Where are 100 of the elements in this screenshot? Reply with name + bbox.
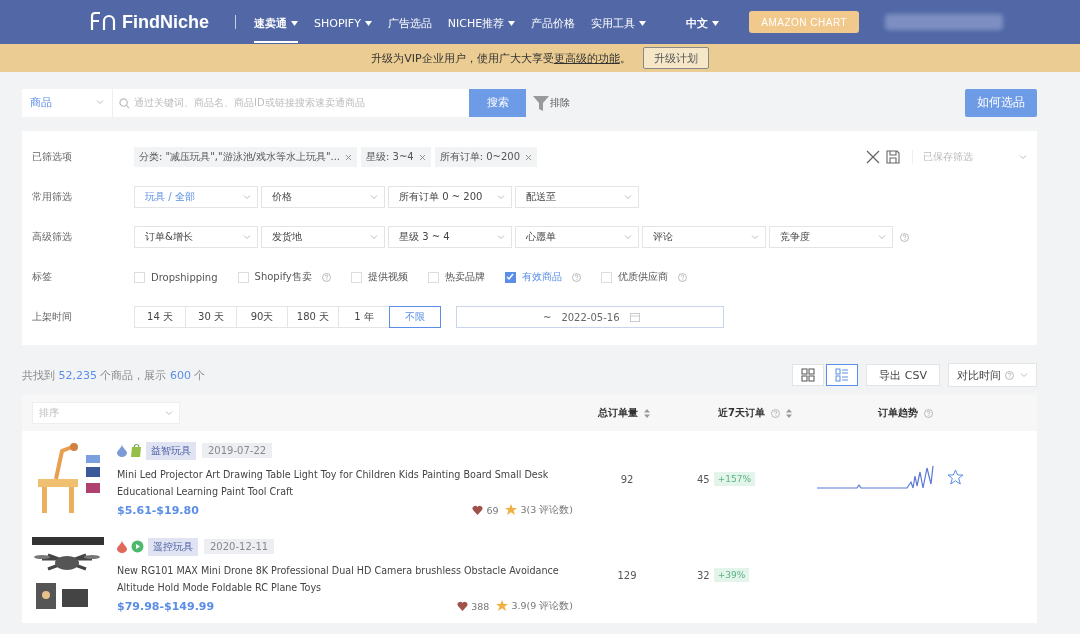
export-csv-button[interactable]: 导出 CSV xyxy=(866,364,940,386)
product-title[interactable]: Mini Led Projector Art Drawing Table Light Toy for Children Kids Painting Board Small Desk Educational Learning Paint Tool Craft xyxy=(117,465,577,500)
product-title[interactable]: New RG101 MAX Mini Drone 8K Professional Dual HD Camera brushless Obstacle Avoidance Altitude Hold Mode Foldable RC Plane Toys xyxy=(117,561,577,596)
growth-badge: +157% xyxy=(713,472,755,486)
filter-chip[interactable]: 分类: "减压玩具","游泳池/戏水等水上玩具"... xyxy=(134,147,358,167)
checkbox-label[interactable]: 热卖品牌 xyxy=(444,270,485,284)
chevron-icon xyxy=(624,194,632,200)
filter-dropdown[interactable]: 发货地 xyxy=(261,226,385,248)
filter-chip[interactable]: 所有订单: 0~200 xyxy=(434,147,538,167)
time-option-button[interactable]: 14 天 xyxy=(134,306,186,328)
checkbox-label[interactable]: Dropshipping xyxy=(151,271,218,283)
calendar-icon xyxy=(629,312,640,322)
category-tag[interactable]: 益智玩具 xyxy=(146,441,196,460)
list-icon xyxy=(835,368,850,382)
nav-link[interactable]: NICHE推荐 xyxy=(447,1,516,43)
filter-dropdown[interactable]: 星级 3 ~ 4 xyxy=(388,226,512,248)
likes-count: 69 xyxy=(486,504,499,516)
search-type-dropdown[interactable]: 商品 xyxy=(22,88,113,117)
range-separator: ~ xyxy=(543,311,552,323)
product-price: $5.61-$19.80 xyxy=(117,503,199,517)
checkbox-label[interactable]: 有效商品 xyxy=(521,270,562,284)
checkbox[interactable] xyxy=(504,271,516,283)
close-icon[interactable] xyxy=(525,153,533,161)
sort-icon[interactable] xyxy=(785,408,792,418)
logo[interactable]: FindNiche xyxy=(90,11,209,33)
list-view-button[interactable] xyxy=(826,364,859,386)
clear-icon[interactable] xyxy=(866,150,880,164)
filter-label: 已筛选项 xyxy=(32,150,73,164)
end-date: 2022-05-16 xyxy=(561,311,620,323)
growth-badge: +39% xyxy=(713,568,750,582)
drop-icon xyxy=(117,444,127,457)
date-tag: 2019-07-22 xyxy=(202,443,273,458)
chevron-icon xyxy=(878,234,886,240)
filter-dropdown[interactable]: 订单&增长 xyxy=(134,226,258,248)
filter-chip[interactable]: 星级: 3~4 xyxy=(361,147,431,167)
heart-icon xyxy=(472,505,484,515)
rating-text: 3(3 评论数) xyxy=(520,503,573,517)
nav-link[interactable]: 速卖通 xyxy=(254,1,298,43)
weekly-orders: 32 xyxy=(697,569,710,581)
filter-dropdown[interactable]: 所有订单 0 ~ 200 xyxy=(388,186,512,208)
nav-link[interactable]: 产品价格 xyxy=(531,1,576,43)
column-header[interactable]: 近7天订单 xyxy=(718,406,765,420)
help-icon[interactable] xyxy=(924,408,933,418)
help-icon[interactable] xyxy=(900,232,909,242)
save-icon[interactable] xyxy=(886,150,900,164)
nav-link[interactable]: 广告选品 xyxy=(387,1,432,43)
chevron-icon xyxy=(497,194,505,200)
chevron-icon xyxy=(96,100,104,105)
compare-time-dropdown[interactable]: 对比时间 xyxy=(948,363,1037,387)
checkbox-label[interactable]: Shopify售卖 xyxy=(254,270,312,284)
chevron-icon xyxy=(370,194,378,200)
drop-icon xyxy=(117,540,127,553)
checkbox-label[interactable]: 提供视频 xyxy=(367,270,408,284)
grid-view-button[interactable] xyxy=(792,364,825,386)
filter-label: 高级筛选 xyxy=(32,230,73,244)
time-option-button[interactable]: 180 天 xyxy=(287,306,339,328)
chevron-icon xyxy=(370,234,378,240)
time-option-button[interactable]: 1 年 xyxy=(338,306,390,328)
exclude-filter-link[interactable]: 排除 xyxy=(532,93,570,112)
banner-link[interactable]: 更高级的功能 xyxy=(553,51,620,65)
upgrade-button[interactable]: 升级计划 xyxy=(642,47,709,69)
column-header[interactable]: 总订单量 xyxy=(598,406,638,420)
nav-link[interactable]: SHOPIFY xyxy=(314,2,372,42)
help-icon[interactable] xyxy=(321,272,331,282)
language-selector[interactable]: 中文 xyxy=(686,1,720,43)
time-option-button[interactable]: 90天 xyxy=(236,306,288,328)
filter-dropdown[interactable]: 竞争度 xyxy=(769,226,893,248)
help-icon[interactable] xyxy=(571,272,581,282)
favorite-star-icon[interactable] xyxy=(947,469,964,486)
sort-icon[interactable] xyxy=(644,408,650,418)
filter-dropdown[interactable]: 心愿单 xyxy=(515,226,639,248)
column-header[interactable]: 订单趋势 xyxy=(878,406,918,420)
help-icon[interactable] xyxy=(770,408,780,418)
star-icon xyxy=(505,504,518,516)
star-icon xyxy=(496,600,509,612)
filter-label: 上架时间 xyxy=(32,310,73,324)
date-range-field[interactable]: ~ 2022-05-16 xyxy=(456,306,724,328)
chevron-icon xyxy=(751,234,759,240)
filter-dropdown[interactable]: 价格 xyxy=(261,186,385,208)
filter-dropdown[interactable]: 玩具 / 全部 xyxy=(134,186,258,208)
chevron-icon xyxy=(165,410,173,416)
help-icon[interactable] xyxy=(1005,370,1014,380)
caret-icon xyxy=(712,20,720,26)
time-option-button[interactable]: 30 天 xyxy=(185,306,237,328)
category-tag[interactable]: 遥控玩具 xyxy=(148,537,198,556)
filter-dropdown[interactable]: 评论 xyxy=(642,226,766,248)
grid-icon xyxy=(801,368,816,382)
nav-link[interactable]: 实用工具 xyxy=(591,1,647,43)
close-icon[interactable] xyxy=(418,153,426,161)
chevron-icon xyxy=(1019,154,1027,160)
close-icon[interactable] xyxy=(345,153,353,161)
chevron-icon xyxy=(497,234,505,240)
time-option-button[interactable]: 不限 xyxy=(389,306,441,328)
weekly-orders: 45 xyxy=(697,473,710,485)
filter-dropdown[interactable]: 配送至 xyxy=(515,186,639,208)
checkbox-label[interactable]: 优质供应商 xyxy=(617,270,668,284)
chevron-icon xyxy=(243,234,251,240)
help-icon[interactable] xyxy=(677,272,687,282)
likes-count: 388 xyxy=(471,600,490,612)
product-price: $79.98-$149.99 xyxy=(117,599,215,613)
